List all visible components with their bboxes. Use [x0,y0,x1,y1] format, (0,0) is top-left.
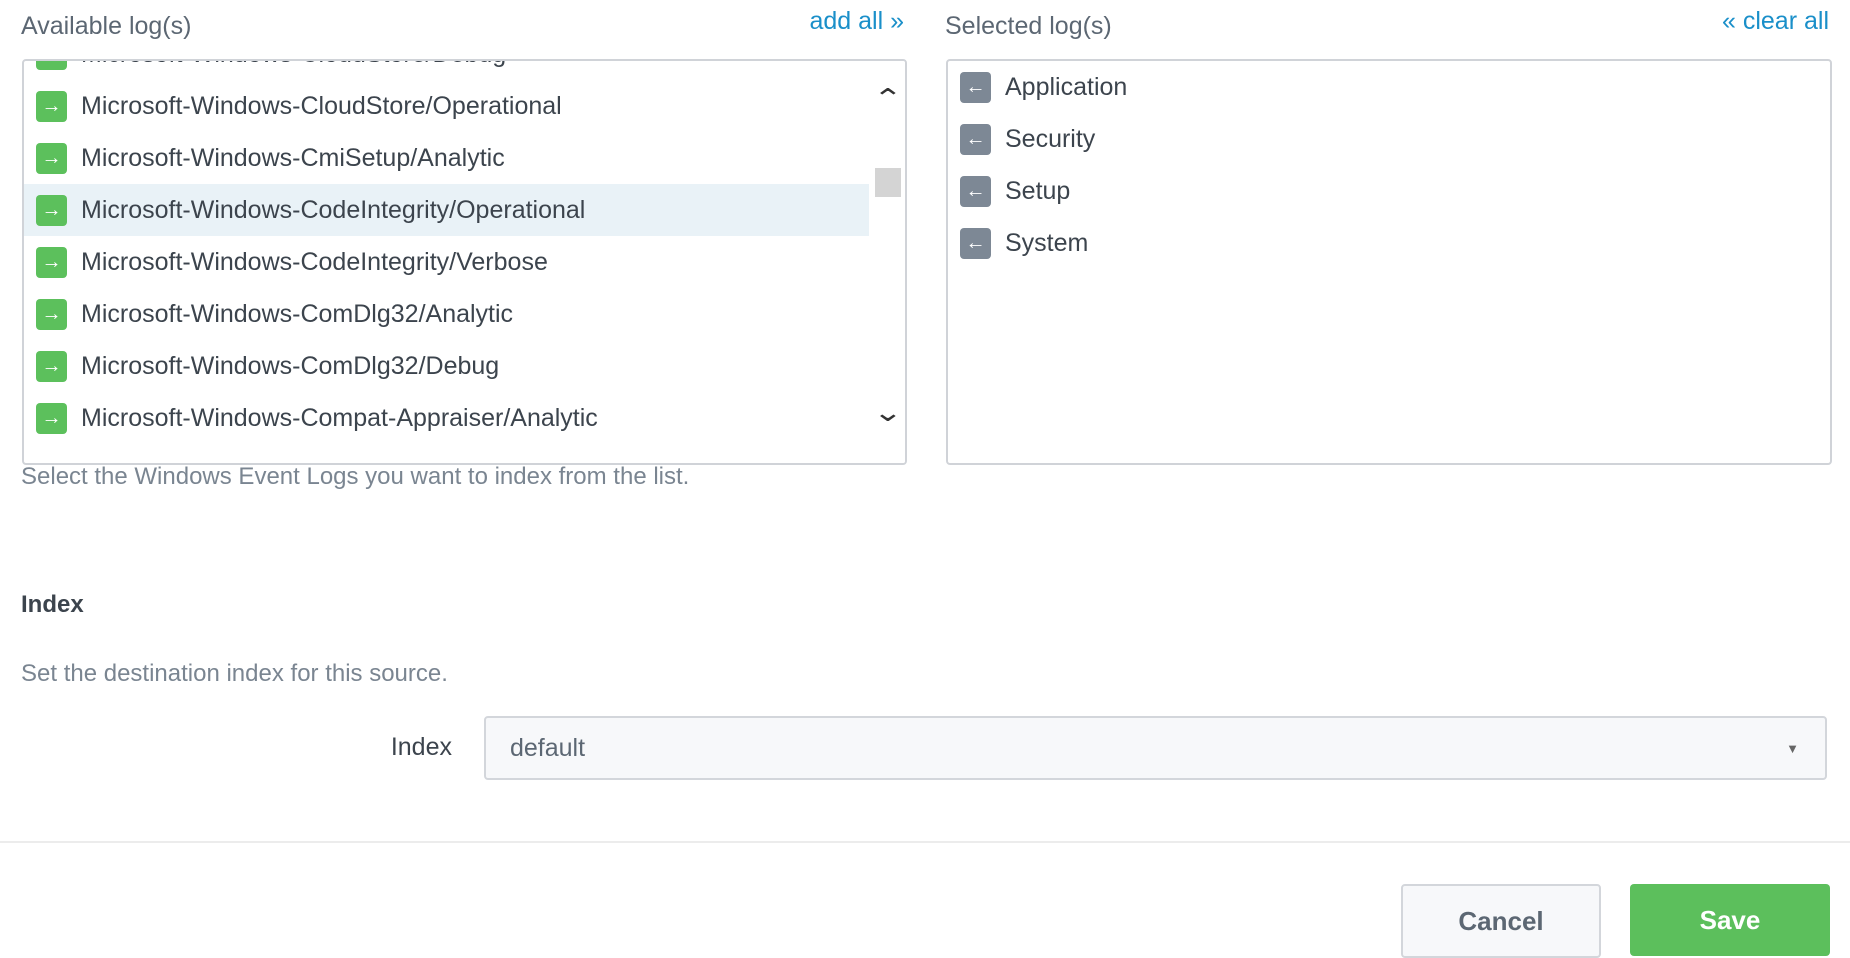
available-logs-label: Available log(s) [21,12,192,40]
arrow-right-icon[interactable]: → [36,402,67,434]
arrow-left-icon[interactable]: ← [960,175,991,207]
list-item-label: Microsoft-Windows-CloudStore/Operational [81,91,562,120]
list-item[interactable]: → Microsoft-Windows-ComDlg32/Analytic [24,288,869,340]
scrollbar-thumb[interactable] [875,168,901,197]
selected-logs-list[interactable]: ← Application ← Security ← Setup ← System [946,59,1832,465]
index-select-value: default [510,733,586,762]
save-button[interactable]: Save [1630,884,1830,956]
list-item[interactable]: → Microsoft-Windows-CodeIntegrity/Verbose [24,236,869,288]
list-item-label: Microsoft-Windows-ComDlg32/Debug [81,351,500,380]
list-item[interactable]: → Microsoft-Windows-ComDlg32/Debug [24,340,869,392]
list-item-label: Setup [1005,176,1071,205]
list-item-label: Application [1005,72,1128,101]
arrow-right-icon[interactable]: → [36,90,67,122]
index-select[interactable]: default ▼ [484,716,1827,780]
cancel-button[interactable]: Cancel [1401,884,1601,958]
arrow-right-icon[interactable]: → [36,246,67,278]
list-item-label: Microsoft-Windows-CodeIntegrity/Verbose [81,247,548,276]
add-all-link[interactable]: add all » [809,7,904,36]
clear-all-link[interactable]: « clear all [1722,7,1829,36]
list-item[interactable]: ← System [948,217,1830,269]
list-item-label: Microsoft-Windows-CloudStore/Debug [81,61,506,69]
arrow-left-icon[interactable]: ← [960,71,991,103]
list-item[interactable]: → Microsoft-Windows-CodeIntegrity/Operati… [24,184,869,236]
arrow-right-icon[interactable]: → [36,194,67,226]
list-item[interactable]: ← Application [948,61,1830,113]
arrow-left-icon[interactable]: ← [960,123,991,155]
list-item-label: Microsoft-Windows-CmiSetup/Analytic [81,143,505,172]
arrow-right-icon[interactable]: → [36,142,67,174]
scroll-down-icon[interactable]: ⌄ [873,397,904,428]
list-item-label: Microsoft-Windows-ComDlg32/Analytic [81,299,514,328]
list-item-label: Microsoft-Windows-CodeIntegrity/Operatio… [81,195,586,224]
selected-logs-label: Selected log(s) [945,12,1112,40]
index-help: Set the destination index for this sourc… [21,660,448,687]
arrow-right-icon[interactable]: → [36,61,67,70]
footer-divider [0,841,1850,843]
list-item[interactable]: → Microsoft-Windows-Compat-Appraiser/Anal… [24,392,869,444]
index-heading: Index [21,591,84,618]
dropdown-caret-icon: ▼ [1786,740,1799,756]
index-field-label: Index [390,733,452,761]
scroll-up-icon[interactable]: ⌃ [873,83,904,114]
list-item[interactable]: ← Setup [948,165,1830,217]
arrow-right-icon[interactable]: → [36,298,67,330]
list-item[interactable]: → Microsoft-Windows-CloudStore/Operationa… [24,80,869,132]
scrollbar[interactable]: ⌃ ⌄ [871,61,905,463]
list-item[interactable]: → Microsoft-Windows-CmiSetup/Analytic [24,132,869,184]
list-item-label: Microsoft-Windows-Compat-Appraiser/Analy… [81,403,598,432]
list-item-label: System [1005,228,1089,257]
available-logs-help: Select the Windows Event Logs you want t… [21,463,690,490]
arrow-left-icon[interactable]: ← [960,227,991,259]
list-item-label: Security [1005,124,1096,153]
list-item[interactable]: → Microsoft-Windows-CloudStore/Debug [24,61,869,80]
list-item[interactable]: ← Security [948,113,1830,165]
available-logs-list[interactable]: → Microsoft-Windows-CloudStore/Debug → Micr… [22,59,907,465]
arrow-right-icon[interactable]: → [36,350,67,382]
